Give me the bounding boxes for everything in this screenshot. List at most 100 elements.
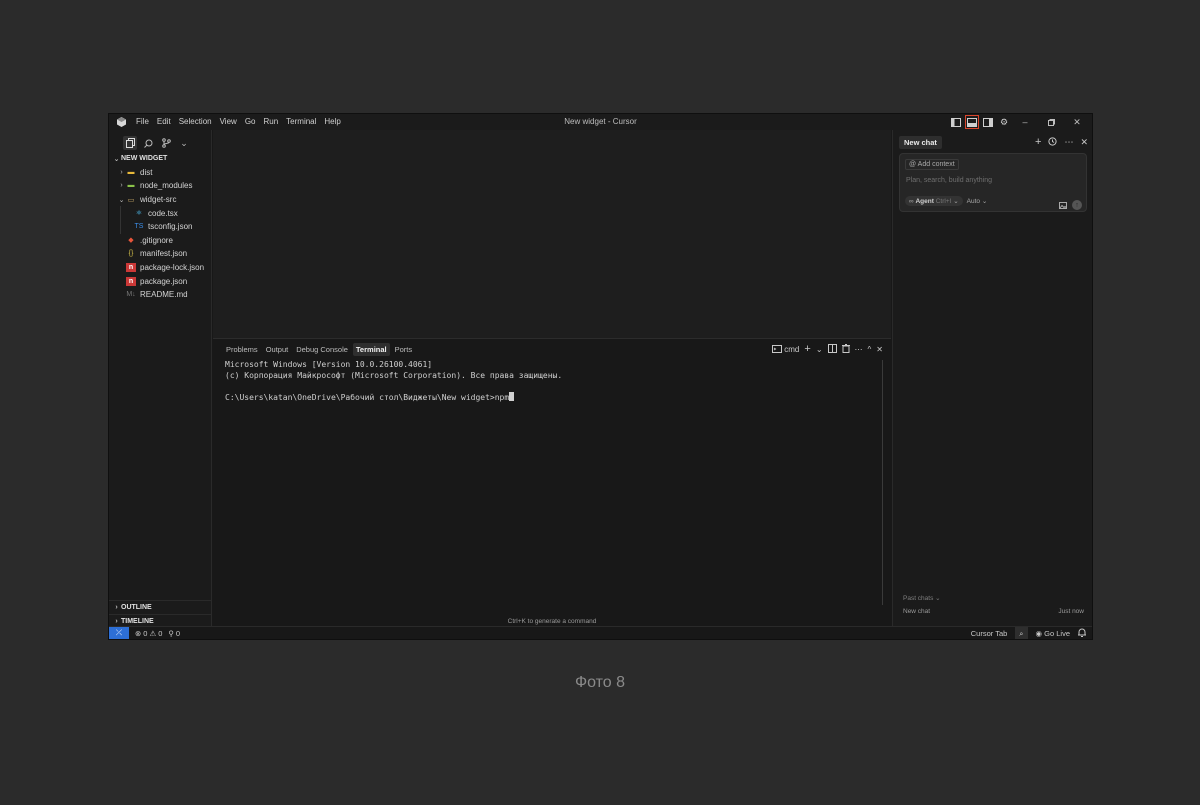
add-context-button[interactable]: @ Add context — [905, 159, 959, 170]
file-tree-item-label: manifest.json — [140, 249, 188, 259]
past-chat-item[interactable]: New chat Just now — [903, 608, 1084, 615]
add-chat-icon[interactable]: + — [1035, 136, 1041, 148]
tab-terminal[interactable]: Terminal — [352, 343, 390, 356]
chat-composer[interactable]: @ Add context Plan, search, build anythi… — [899, 153, 1087, 212]
chevron-down-icon[interactable]: ⌄ — [816, 345, 823, 354]
agent-mode-label: Agent — [915, 198, 934, 205]
file-tree-item[interactable]: ◆ .gitignore — [109, 234, 211, 248]
terminal-profile[interactable]: cmd — [772, 345, 799, 354]
agent-mode-selector[interactable]: ∞ Agent Ctrl+I ⌄ — [905, 196, 963, 206]
tab-new-chat[interactable]: New chat — [899, 135, 942, 149]
error-count: 0 — [143, 628, 148, 638]
menu-item-edit[interactable]: Edit — [153, 114, 175, 130]
composer-toolbar: ∞ Agent Ctrl+I ⌄ Auto ⌄ — [905, 196, 987, 206]
folder-dist-icon: ▬ — [127, 168, 135, 176]
status-bar: ⤫ ⊗ 0 ⚠ 0 ⚲ 0 Cursor Tab ⌕ ◉ Go Live — [109, 626, 1092, 639]
remote-indicator-icon[interactable]: ⤫ — [109, 626, 129, 639]
explorer-sidebar: ⌄ ⌄ NEW WIDGET › ▬ dist › ▬ node_modules ⌄ ▭ widg… — [109, 130, 212, 628]
menu-item-selection[interactable]: Selection — [175, 114, 216, 130]
tab-output[interactable]: Output — [263, 343, 292, 356]
cursor-tab-status[interactable]: Cursor Tab — [971, 629, 1008, 638]
broadcast-icon: ◉ — [1035, 629, 1043, 638]
settings-gear-icon[interactable]: ⚙ — [998, 116, 1010, 128]
chevron-right-icon: › — [115, 604, 118, 611]
menu-item-help[interactable]: Help — [320, 114, 344, 130]
past-chat-time: Just now — [1058, 608, 1084, 615]
menu-item-go[interactable]: Go — [241, 114, 260, 130]
error-icon: ⊗ — [135, 628, 142, 638]
tab-ports[interactable]: Ports — [392, 343, 416, 356]
file-tree-item-label: .gitignore — [140, 235, 173, 245]
chat-input[interactable]: Plan, search, build anything — [906, 177, 992, 184]
more-actions-icon[interactable]: ⋯ — [855, 345, 863, 354]
close-chat-icon[interactable]: ✕ — [1080, 137, 1088, 148]
minimize-icon[interactable]: – — [1014, 114, 1036, 130]
go-live-button[interactable]: ◉ Go Live — [1036, 629, 1071, 638]
terminal-output[interactable]: Microsoft Windows [Version 10.0.26100.40… — [225, 360, 562, 403]
toggle-panel-icon[interactable] — [965, 115, 979, 129]
chat-header-controls: + ⋯ ✕ — [1035, 136, 1088, 148]
file-tree-item[interactable]: TS tsconfig.json — [120, 219, 211, 234]
split-terminal-icon[interactable] — [827, 343, 837, 355]
menu-item-file[interactable]: File — [132, 114, 153, 130]
file-tree-item[interactable]: › ▬ dist — [109, 166, 211, 180]
send-icon[interactable]: ↑ — [1072, 200, 1082, 210]
close-window-icon[interactable]: ✕ — [1066, 114, 1088, 130]
title-bar: File Edit Selection View Go Run Terminal Help N… — [109, 114, 1092, 130]
problems-status[interactable]: ⊗ 0 ⚠ 0 — [135, 629, 162, 638]
menu-item-run[interactable]: Run — [259, 114, 282, 130]
toggle-primary-sidebar-icon[interactable] — [950, 116, 962, 128]
terminal-hint: Ctrl+K to generate a command — [507, 618, 597, 625]
file-tree-item[interactable]: n package.json — [109, 274, 211, 288]
explorer-files-icon[interactable] — [123, 136, 137, 150]
chevron-down-icon[interactable]: ⌄ — [177, 136, 191, 150]
terminal-scrollbar[interactable] — [882, 360, 883, 605]
chevron-right-icon: › — [120, 168, 123, 176]
source-control-icon[interactable] — [159, 136, 173, 150]
past-chat-title: New chat — [903, 608, 931, 615]
menu-item-terminal[interactable]: Terminal — [282, 114, 320, 130]
outline-section[interactable]: › OUTLINE — [109, 600, 211, 614]
chat-header: New chat + ⋯ ✕ — [893, 130, 1092, 154]
sidebar-bottom-sections: › OUTLINE › TIMELINE — [109, 600, 211, 628]
close-panel-icon[interactable]: ✕ — [876, 345, 883, 354]
more-actions-icon[interactable]: ⋯ — [1064, 137, 1073, 148]
file-tree-item-label: README.md — [140, 290, 188, 300]
ports-icon: ⚲ — [168, 628, 174, 638]
file-tree-item[interactable]: › ▬ node_modules — [109, 179, 211, 193]
file-tree-item-label: node_modules — [140, 181, 193, 191]
json-braces-icon: {} — [128, 250, 134, 258]
explorer-root[interactable]: ⌄ NEW WIDGET — [109, 152, 211, 166]
tab-debug-console[interactable]: Debug Console — [293, 343, 351, 356]
search-icon[interactable] — [141, 136, 155, 150]
ports-status[interactable]: ⚲ 0 — [168, 629, 180, 638]
tab-problems[interactable]: Problems — [223, 343, 261, 356]
image-icon[interactable] — [1059, 196, 1067, 214]
past-chats-header[interactable]: Past chats ⌄ — [903, 594, 941, 602]
file-tree-item[interactable]: ⌄ ▭ widget-src — [109, 193, 211, 207]
maximize-panel-icon[interactable]: ^ — [868, 345, 872, 354]
notifications-bell-icon[interactable] — [1078, 628, 1086, 639]
restore-icon[interactable] — [1040, 114, 1062, 130]
trash-icon[interactable] — [841, 343, 850, 355]
file-tree-item-label: widget-src — [140, 195, 177, 205]
file-tree-item[interactable]: M↓ README.md — [109, 288, 211, 302]
file-tree-item[interactable]: ⚛ code.tsx — [120, 206, 211, 220]
editor-area[interactable] — [213, 130, 891, 338]
bottom-panel: Problems Output Debug Console Terminal Ports… — [213, 338, 891, 628]
page: { "window": { "title": "New widget - Cur… — [0, 0, 1200, 805]
file-tree-item[interactable]: n package-lock.json — [109, 261, 211, 275]
menu-item-view[interactable]: View — [216, 114, 241, 130]
warning-count: 0 — [158, 628, 163, 638]
cursor-window: File Edit Selection View Go Run Terminal Help N… — [108, 113, 1093, 640]
new-terminal-icon[interactable]: + — [804, 343, 810, 355]
terminal-line: C:\Users\katan\OneDrive\Рабочий стол\Вид… — [225, 391, 562, 404]
model-selector[interactable]: Auto ⌄ — [967, 197, 988, 205]
file-tree-item[interactable]: {} manifest.json — [109, 247, 211, 261]
chat-sidebar: New chat + ⋯ ✕ @ Add context Plan, searc… — [892, 130, 1092, 628]
zoom-icon[interactable]: ⌕ — [1015, 627, 1028, 639]
toggle-secondary-sidebar-icon[interactable] — [982, 116, 994, 128]
history-icon[interactable] — [1048, 136, 1058, 148]
terminal-shell-name: cmd — [784, 344, 800, 354]
